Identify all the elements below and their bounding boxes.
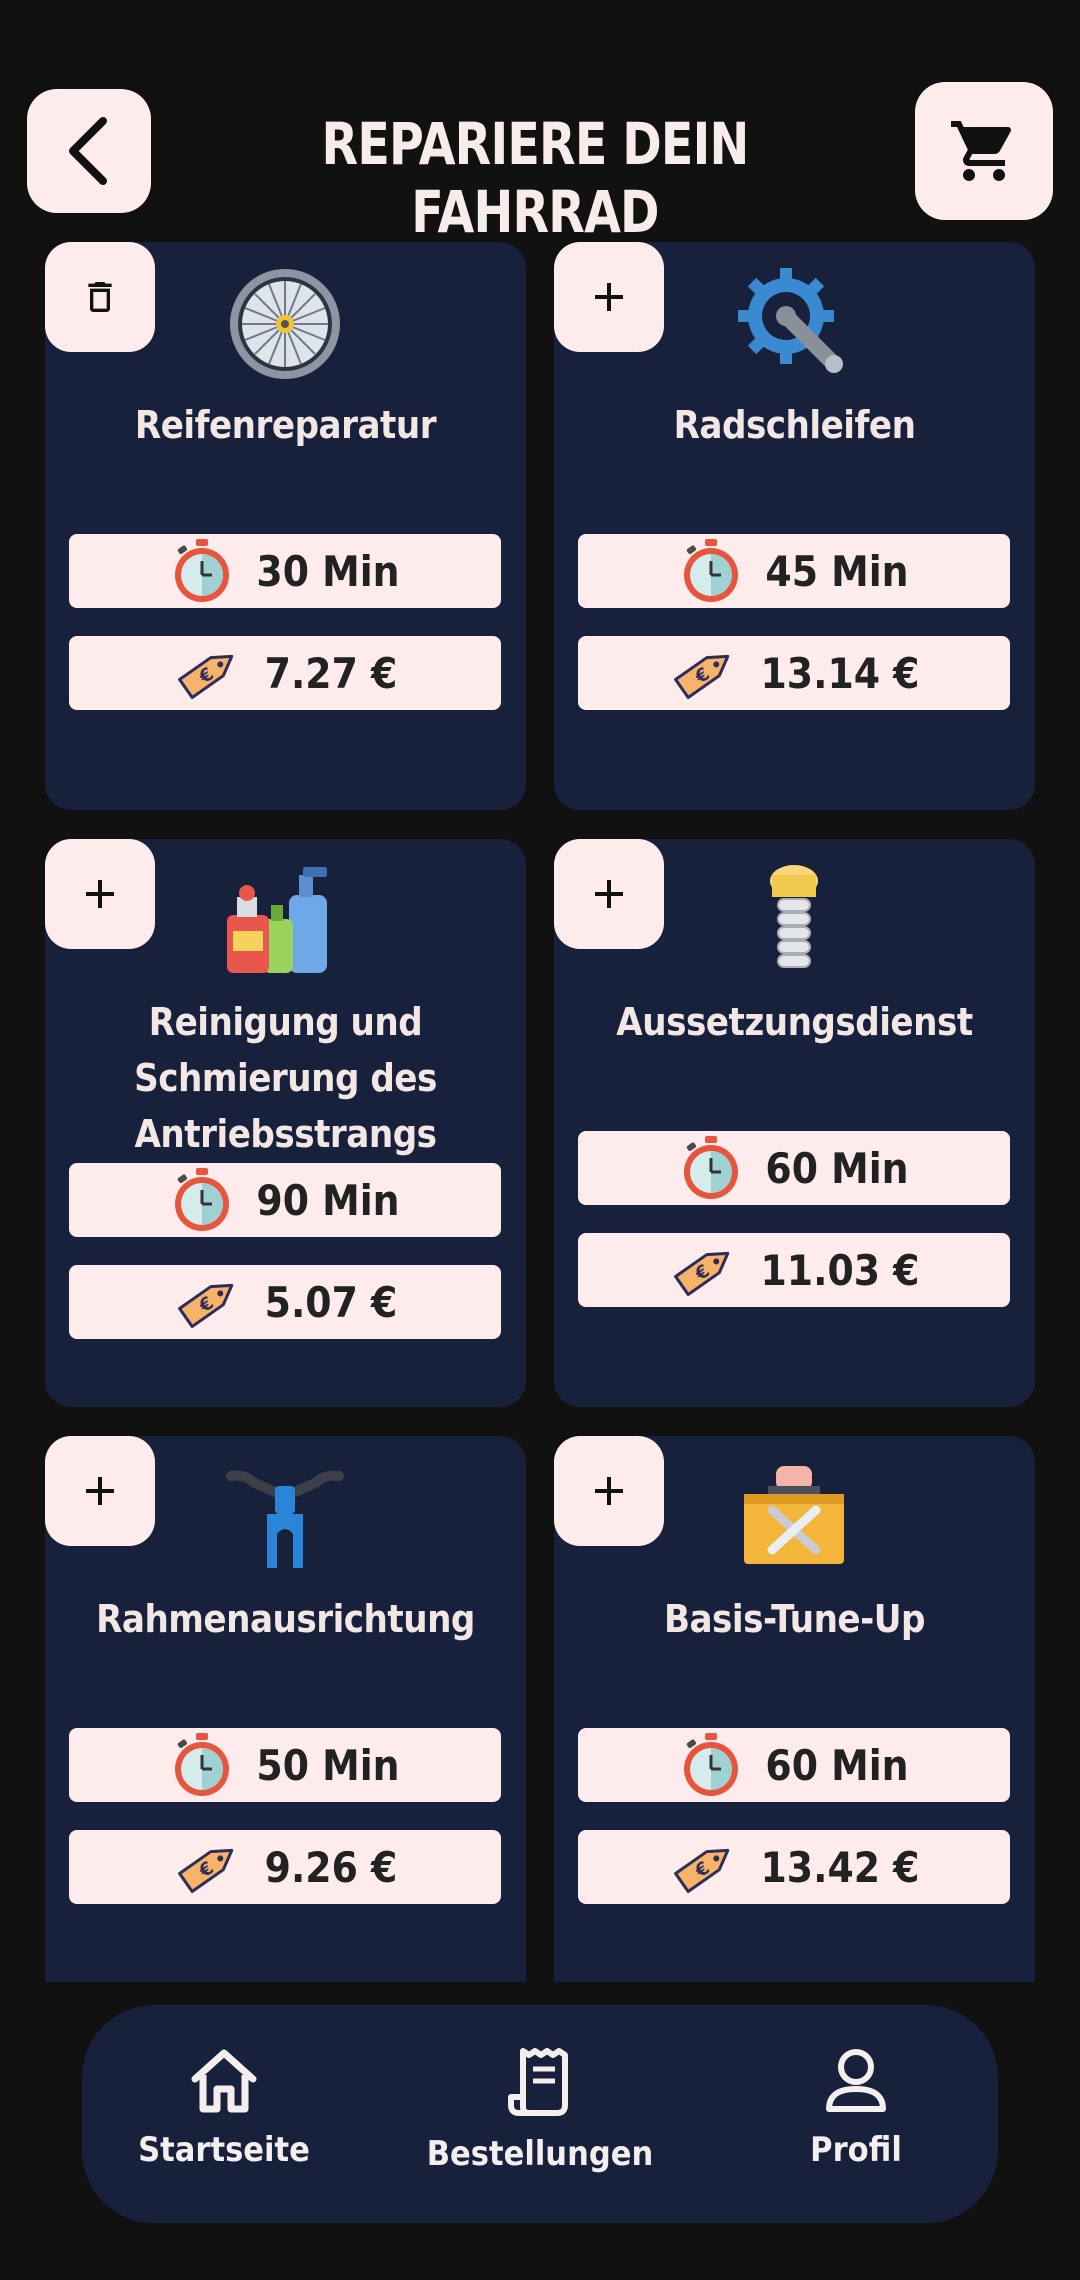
price-tag-icon: € [673,654,729,699]
cart-icon [951,121,1012,181]
nav-label: Profil [810,2130,902,2170]
price-pill: € 11.03 € [578,1233,1010,1307]
toolbox-icon [744,1466,844,1564]
cart-button[interactable] [915,82,1053,220]
plus-icon [595,880,623,908]
wheel-icon [230,269,340,379]
price-text: 11.03 € [760,1245,920,1295]
duration-pill: 50 Min [69,1728,501,1802]
service-name: Reifenreparatur [134,403,437,447]
price-pill: € 13.42 € [578,1830,1010,1904]
plus-icon [86,1477,114,1505]
suspension-spring-icon [770,865,818,968]
duration-pill: 60 Min [578,1131,1010,1205]
duration-pill: 30 Min [69,534,501,608]
service-name: Radschleifen [673,403,916,447]
back-button[interactable] [27,89,151,213]
chevron-left-icon [69,117,107,185]
bottom-nav: Startseite Bestellungen Profil [82,2005,998,2223]
duration-pill: 45 Min [578,534,1010,608]
price-tag-icon: € [177,654,233,699]
service-card-basis-tune-up[interactable]: Basis-Tune-Up 60 Min € 13.42 € [554,1436,1035,1982]
service-card-radschleifen[interactable]: Radschleifen 45 Min € 13.14 € [554,242,1035,810]
stopwatch-icon [175,1733,230,1796]
plus-icon [595,283,623,311]
stopwatch-icon [684,1136,739,1199]
service-card-reifenreparatur[interactable]: Reifenreparatur 30 Min € 7.27 € [45,242,526,810]
add-button[interactable] [45,839,155,949]
price-pill: € 5.07 € [69,1265,501,1339]
frame-fork-icon [226,1470,344,1568]
receipt-icon [508,2048,568,2116]
service-name: Basis-Tune-Up [663,1597,926,1641]
nav-label: Bestellungen [426,2134,654,2174]
add-button[interactable] [554,839,664,949]
stopwatch-icon [684,539,739,602]
trash-icon [88,282,112,312]
nav-item-profil[interactable]: Profil [726,2045,986,2170]
price-pill: € 7.27 € [69,636,501,710]
duration-pill: 90 Min [69,1163,501,1237]
service-card-reinigung[interactable]: Reinigung und Schmierung des Antriebsstr… [45,839,526,1407]
service-card-aussetzungsdienst[interactable]: Aussetzungsdienst 60 Min € 11.03 € [554,839,1035,1407]
add-button[interactable] [554,1436,664,1546]
user-icon [826,2049,886,2112]
duration-text: 60 Min [765,1740,909,1790]
nav-item-bestellungen[interactable]: Bestellungen [410,2045,670,2174]
duration-text: 60 Min [765,1143,909,1193]
duration-text: 45 Min [765,546,909,596]
cleaning-bottles-icon [227,867,327,973]
price-text: 13.14 € [760,648,920,698]
nav-label: Startseite [138,2130,310,2170]
service-name: Reinigung und Schmierung des Antriebsstr… [134,1000,437,1156]
duration-text: 90 Min [256,1175,400,1225]
service-card-rahmenausrichtung[interactable]: Rahmenausrichtung 50 Min € 9.26 € [45,1436,526,1982]
home-icon [191,2049,257,2113]
page-title: REPARIERE DEIN FAHRRAD [321,110,750,246]
duration-pill: 60 Min [578,1728,1010,1802]
add-button[interactable] [554,242,664,352]
price-pill: € 13.14 € [578,636,1010,710]
price-tag-icon: € [673,1848,729,1893]
delete-button[interactable] [45,242,155,352]
stopwatch-icon [175,1168,230,1231]
price-tag-icon: € [177,1848,233,1893]
stopwatch-icon [684,1733,739,1796]
stopwatch-icon [175,539,230,602]
price-tag-icon: € [673,1251,729,1296]
price-text: 7.27 € [264,648,398,698]
price-pill: € 9.26 € [69,1830,501,1904]
nav-item-startseite[interactable]: Startseite [94,2045,354,2170]
add-button[interactable] [45,1436,155,1546]
service-name: Rahmenausrichtung [96,1597,475,1641]
price-tag-icon: € [177,1283,233,1328]
price-text: 13.42 € [760,1842,920,1892]
service-grid: Reifenreparatur 30 Min € 7.27 € Radschle… [45,242,1035,1982]
plus-icon [595,1477,623,1505]
crank-gear-icon [738,268,843,373]
price-text: 5.07 € [264,1277,398,1327]
duration-text: 30 Min [256,546,400,596]
service-name: Aussetzungsdienst [616,1000,973,1044]
price-text: 9.26 € [264,1842,398,1892]
plus-icon [86,880,114,908]
duration-text: 50 Min [256,1740,400,1790]
